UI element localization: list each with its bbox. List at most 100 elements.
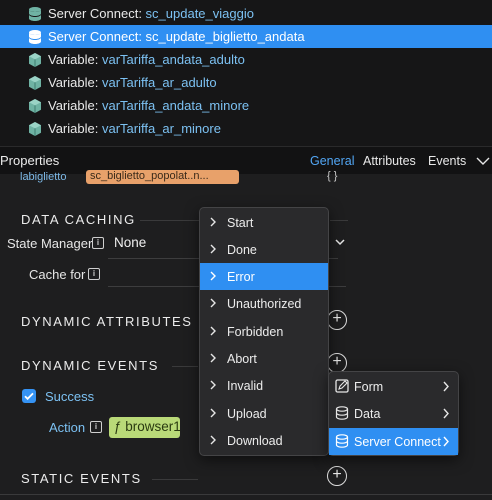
properties-header: Properties General Attributes Events [0,146,492,174]
menu-item-label: Start [227,216,254,230]
cube-icon [29,53,41,67]
tab-attributes[interactable]: Attributes [363,154,416,168]
menu-item-error[interactable]: Error [200,263,328,290]
chevron-right-icon [210,380,216,390]
cube-icon [29,99,41,113]
add-dynamic-event-button[interactable]: + [327,353,347,373]
section-dynamic-attributes[interactable]: DYNAMIC ATTRIBUTES [21,314,193,329]
tree-item-value: sc_update_biglietto_andata [145,29,305,44]
menu-item-label: Abort [227,352,257,366]
menu-item-label: Form [354,380,384,394]
tree-item-var-andata-adulto[interactable]: Variable: varTariffa_andata_adulto [0,48,492,71]
database-icon [335,406,349,420]
event-success-label[interactable]: Success [45,389,94,404]
info-icon[interactable]: i [92,237,104,249]
menu-item-label: Server Connect [354,435,441,449]
tree-item-value: varTariffa_andata_minore [101,98,250,113]
form-icon [335,379,349,393]
panel-bottom-divider [0,494,492,500]
tab-general[interactable]: General [310,154,354,168]
tree-item-var-andata-minore[interactable]: Variable: varTariffa_andata_minore [0,94,492,117]
menu-item-label: Invalid [227,379,264,393]
chevron-down-icon[interactable] [334,236,346,248]
menu-item-label: Error [227,270,255,284]
chevron-right-icon [443,381,449,392]
divider [140,220,200,221]
menu-item-label: Forbidden [227,325,284,339]
tree-item-value: varTariffa_ar_adulto [101,75,217,90]
tree-item-value: varTariffa_ar_minore [101,121,221,136]
chevron-right-icon [210,271,216,281]
section-data-caching[interactable]: DATA CACHING [21,212,136,227]
action-label: Action [49,420,86,435]
chevron-right-icon [210,435,216,445]
section-dynamic-events[interactable]: DYNAMIC EVENTS [21,358,159,373]
expression-button[interactable]: { } [327,170,337,182]
menu-item-download[interactable]: Download [200,427,328,454]
action-chip[interactable]: ƒ browser1 [109,417,181,438]
id-field-label: labiglietto [20,171,67,183]
chevron-right-icon [443,408,449,419]
state-manager-label: State Manager [7,236,93,251]
menu-item-label: Unauthorized [227,297,302,311]
tree-item-kind: Server Connect: [48,29,146,44]
properties-title: Properties [0,153,60,168]
action-submenu: Form Data Server Connect [328,371,459,456]
chevron-right-icon [210,298,216,308]
menu-item-abort[interactable]: Abort [200,345,328,372]
tree-item-var-ar-adulto[interactable]: Variable: varTariffa_ar_adulto [0,71,492,94]
chevron-right-icon [210,217,216,227]
component-tree: Server Connect: sc_update_viaggio Server… [0,0,492,146]
menu-item-invalid[interactable]: Invalid [200,372,328,399]
tree-item-kind: Variable: [48,52,102,67]
info-icon[interactable]: i [90,421,102,433]
chevron-right-icon [210,408,216,418]
event-type-menu: Start Done Error Unauthorized Forbidden … [199,207,329,456]
menu-item-server-connect[interactable]: Server Connect [329,428,458,455]
chevron-right-icon [210,244,216,254]
add-dynamic-attribute-button[interactable]: + [327,310,347,330]
menu-item-unauthorized[interactable]: Unauthorized [200,290,328,317]
menu-item-form[interactable]: Form [329,373,458,400]
database-icon [29,7,41,21]
menu-item-start[interactable]: Start [200,209,328,236]
tree-item-sc-update-biglietto-andata[interactable]: Server Connect: sc_update_biglietto_anda… [0,25,492,48]
id-field-value[interactable]: sc_biglietto_popolat..n... [86,170,239,184]
section-static-events[interactable]: STATIC EVENTS [21,471,142,486]
app-window: Server Connect: sc_update_viaggio Server… [0,0,492,500]
chevron-right-icon [443,436,449,447]
database-icon [335,434,349,448]
chevron-right-icon [210,326,216,336]
database-icon [29,30,41,44]
tree-item-kind: Server Connect: [48,6,146,21]
tree-item-sc-update-viaggio[interactable]: Server Connect: sc_update_viaggio [0,2,492,25]
check-icon [24,392,34,401]
tree-item-kind: Variable: [48,121,102,136]
info-icon[interactable]: i [88,268,100,280]
divider [172,366,198,367]
divider [330,220,348,221]
menu-item-label: Download [227,434,283,448]
cache-for-label: Cache for [29,267,86,282]
tree-item-var-ar-minore[interactable]: Variable: varTariffa_ar_minore [0,117,492,140]
cube-icon [29,76,41,90]
tree-item-value: sc_update_viaggio [145,6,254,21]
tree-item-kind: Variable: [48,75,102,90]
menu-item-done[interactable]: Done [200,236,328,263]
menu-item-forbidden[interactable]: Forbidden [200,318,328,345]
menu-item-data[interactable]: Data [329,400,458,427]
chevron-right-icon [210,353,216,363]
divider [152,479,198,480]
tree-item-value: varTariffa_andata_adulto [101,52,245,67]
menu-item-label: Done [227,243,257,257]
tree-item-kind: Variable: [48,98,102,113]
menu-item-label: Data [354,407,381,421]
menu-item-label: Upload [227,407,267,421]
event-checkbox[interactable] [22,389,36,403]
cube-icon [29,122,41,136]
add-static-event-button[interactable]: + [327,466,347,486]
state-manager-select[interactable]: None [114,235,146,250]
menu-item-upload[interactable]: Upload [200,400,328,427]
chevron-down-icon[interactable] [476,156,490,166]
tab-events[interactable]: Events [428,154,466,168]
